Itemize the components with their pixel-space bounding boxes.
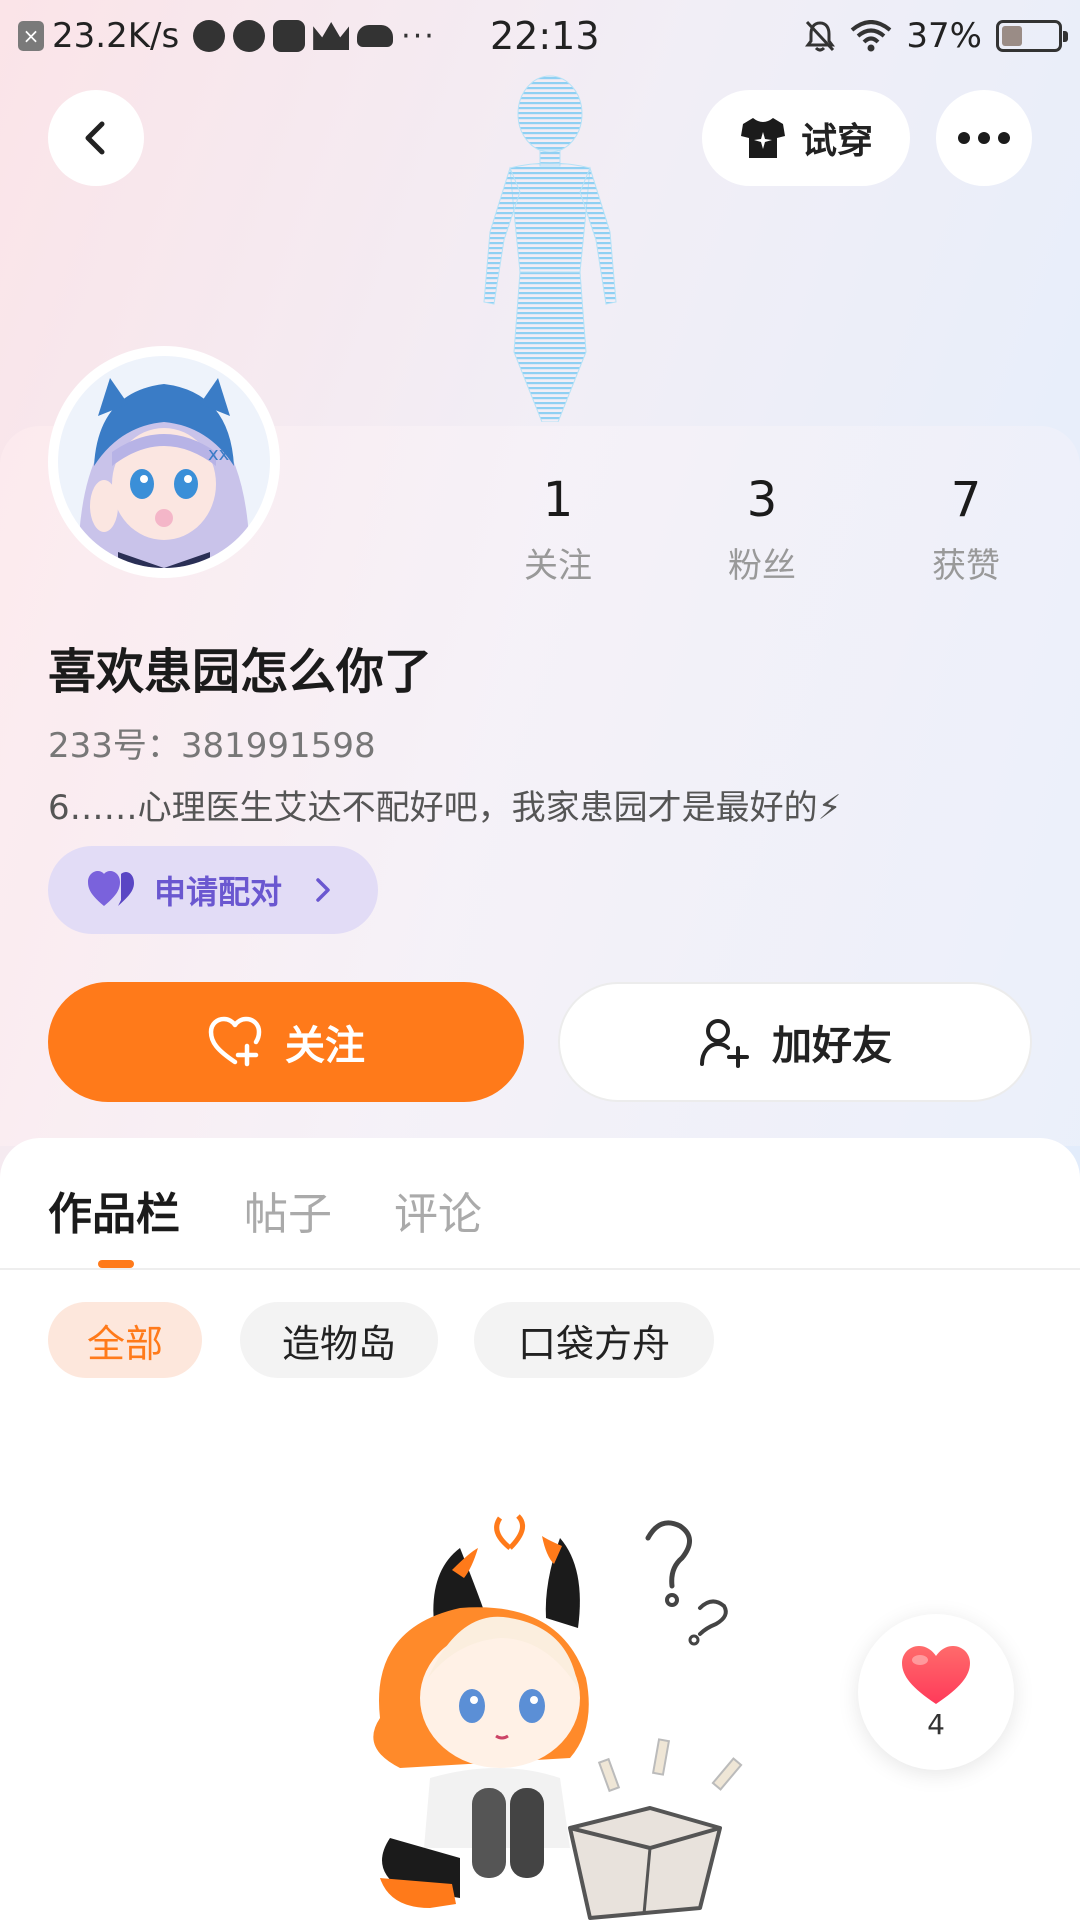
more-notifications-icon: ···	[401, 18, 436, 54]
tab-comments[interactable]: 评论	[394, 1178, 482, 1242]
heart-plus-icon	[208, 1016, 262, 1067]
battery-percent: 37%	[906, 16, 982, 56]
cloud-icon	[357, 25, 394, 47]
stat-value: 3	[746, 472, 778, 528]
tab-bar: 作品栏 帖子 评论	[0, 1138, 1080, 1270]
close-notification-icon: ×	[18, 21, 44, 51]
request-pair-button[interactable]: 申请配对	[48, 846, 378, 934]
add-user-icon	[700, 1019, 749, 1068]
stat-label: 关注	[524, 546, 592, 586]
more-options-button[interactable]	[936, 90, 1032, 186]
status-right: 37%	[804, 16, 1068, 56]
double-heart-icon	[88, 871, 134, 906]
chevron-left-icon	[85, 121, 105, 155]
try-on-button[interactable]: 试穿	[702, 90, 910, 186]
filter-creation-island[interactable]: 造物岛	[240, 1302, 438, 1378]
user-bio: 6……心理医生艾达不配好吧，我家患园才是最好的⚡	[48, 788, 842, 828]
follow-label: 关注	[285, 1023, 365, 1069]
status-left: × 23.2K/s ···	[18, 16, 436, 56]
tab-indicator	[98, 1260, 134, 1268]
app-icon	[273, 20, 306, 52]
stat-value: 7	[950, 472, 982, 528]
status-bar: × 23.2K/s ··· 22:13 37%	[0, 0, 1080, 76]
stat-followers[interactable]: 3 粉丝	[692, 472, 832, 587]
request-pair-label: 申请配对	[154, 873, 283, 911]
video-app-icon	[193, 20, 226, 52]
add-friend-label: 加好友	[772, 1023, 892, 1069]
filter-pocket-ark[interactable]: 口袋方舟	[474, 1302, 714, 1378]
stat-value: 1	[542, 472, 574, 528]
wifi-icon	[851, 20, 892, 52]
network-speed: 23.2K/s	[52, 16, 180, 56]
tab-works[interactable]: 作品栏	[48, 1178, 180, 1242]
username: 喜欢患园怎么你了	[48, 644, 433, 700]
back-button[interactable]	[48, 90, 144, 186]
add-friend-button[interactable]: 加好友	[558, 982, 1032, 1102]
tshirt-icon	[740, 118, 785, 158]
user-id: 233号：381991598	[48, 726, 376, 766]
mute-bell-icon	[805, 20, 836, 52]
like-button[interactable]: 4	[858, 1614, 1014, 1770]
avatar-image: xx	[58, 356, 270, 568]
avatar[interactable]: xx	[48, 346, 280, 578]
stat-label: 获赞	[932, 546, 1000, 586]
more-dots-icon	[958, 132, 1010, 144]
browser-app-icon	[233, 20, 266, 52]
stat-likes[interactable]: 7 获赞	[896, 472, 1036, 587]
heart-icon	[902, 1645, 970, 1704]
empty-state-mascot-illustration	[373, 1514, 743, 1920]
clock: 22:13	[490, 14, 600, 58]
battery-icon	[996, 20, 1068, 52]
crown-icon	[313, 22, 350, 50]
chevron-right-icon	[316, 878, 330, 902]
avatar-3d-figure	[483, 75, 617, 422]
stat-following[interactable]: 1 关注	[488, 472, 628, 587]
svg-text:xx: xx	[208, 444, 230, 465]
follow-button[interactable]: 关注	[48, 982, 524, 1102]
like-count: 4	[927, 1707, 945, 1741]
battery-fill	[1002, 26, 1022, 46]
stat-label: 粉丝	[728, 546, 796, 586]
filter-all[interactable]: 全部	[48, 1302, 202, 1378]
tab-posts[interactable]: 帖子	[244, 1178, 332, 1242]
content-sheet: 作品栏 帖子 评论 全部 造物岛 口袋方舟 4	[0, 1138, 1080, 1920]
try-on-label: 试穿	[800, 121, 873, 162]
